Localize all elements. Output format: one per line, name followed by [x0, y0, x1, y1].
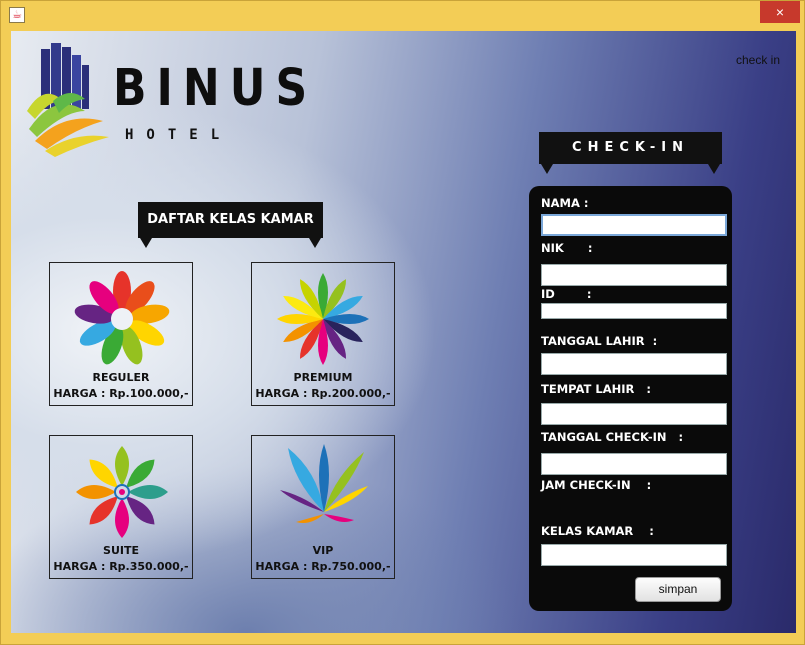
tempat-lahir-label: TEMPAT LAHIR : [541, 382, 651, 396]
logo-graphic [27, 43, 109, 157]
tanggal-checkin-input[interactable] [541, 453, 727, 475]
suite-flower-icon [76, 446, 168, 538]
id-label: ID : [541, 287, 592, 301]
brand-name: BINUS [113, 59, 318, 118]
tempat-lahir-input[interactable] [541, 403, 727, 425]
id-input[interactable] [541, 303, 727, 319]
room-price: HARGA : Rp.200.000,- [255, 387, 391, 400]
reguler-flower-icon [74, 271, 170, 365]
tanggal-checkin-label: TANGGAL CHECK-IN : [541, 430, 684, 444]
room-list-banner: DAFTAR KELAS KAMAR [138, 202, 323, 248]
room-price: HARGA : Rp.100.000,- [53, 387, 189, 400]
brand-subtitle: HOTEL [125, 127, 233, 143]
nik-input[interactable] [541, 264, 727, 286]
vip-flower-icon [280, 444, 368, 523]
room-card-suite[interactable]: SUITE HARGA : Rp.350.000,- [49, 435, 193, 579]
checkin-banner: CHECK-IN [539, 132, 722, 174]
kelas-kamar-input[interactable] [541, 544, 727, 566]
room-price: HARGA : Rp.750.000,- [255, 560, 391, 573]
nik-label: NIK : [541, 241, 593, 255]
page-title: check in [735, 53, 780, 67]
close-button[interactable]: × [760, 1, 800, 23]
room-name: PREMIUM [293, 371, 353, 384]
tanggal-lahir-input[interactable] [541, 353, 727, 375]
kelas-kamar-label: KELAS KAMAR : [541, 524, 654, 538]
room-name: VIP [312, 544, 334, 557]
jam-checkin-label: JAM CHECK-IN : [541, 478, 652, 492]
title-bar[interactable]: ☕ × [1, 1, 805, 31]
room-name: SUITE [103, 544, 139, 557]
checkin-form: NAMA : NIK : ID : TANGGAL LAHIR : TEMPAT… [529, 186, 732, 611]
room-name: REGULER [92, 371, 150, 384]
room-card-reguler[interactable]: REGULER HARGA : Rp.100.000,- [49, 262, 193, 406]
nama-input[interactable] [541, 214, 727, 236]
simpan-button[interactable]: simpan [635, 577, 721, 602]
room-price: HARGA : Rp.350.000,- [53, 560, 189, 573]
nama-label: NAMA : [541, 196, 589, 210]
tanggal-lahir-label: TANGGAL LAHIR : [541, 334, 658, 348]
hotel-logo: BINUS HOTEL [25, 41, 307, 161]
main-panel: BINUS HOTEL check in DAFTAR KELAS KAMAR [11, 31, 796, 633]
window-frame: ☕ × BINUS HOTEL check in DAFTAR KELAS KA… [0, 0, 805, 645]
room-card-vip[interactable]: VIP HARGA : Rp.750.000,- [251, 435, 395, 579]
java-icon: ☕ [9, 7, 25, 23]
room-card-premium[interactable]: PREMIUM HARGA : Rp.200.000,- [251, 262, 395, 406]
premium-flower-icon [277, 273, 369, 365]
